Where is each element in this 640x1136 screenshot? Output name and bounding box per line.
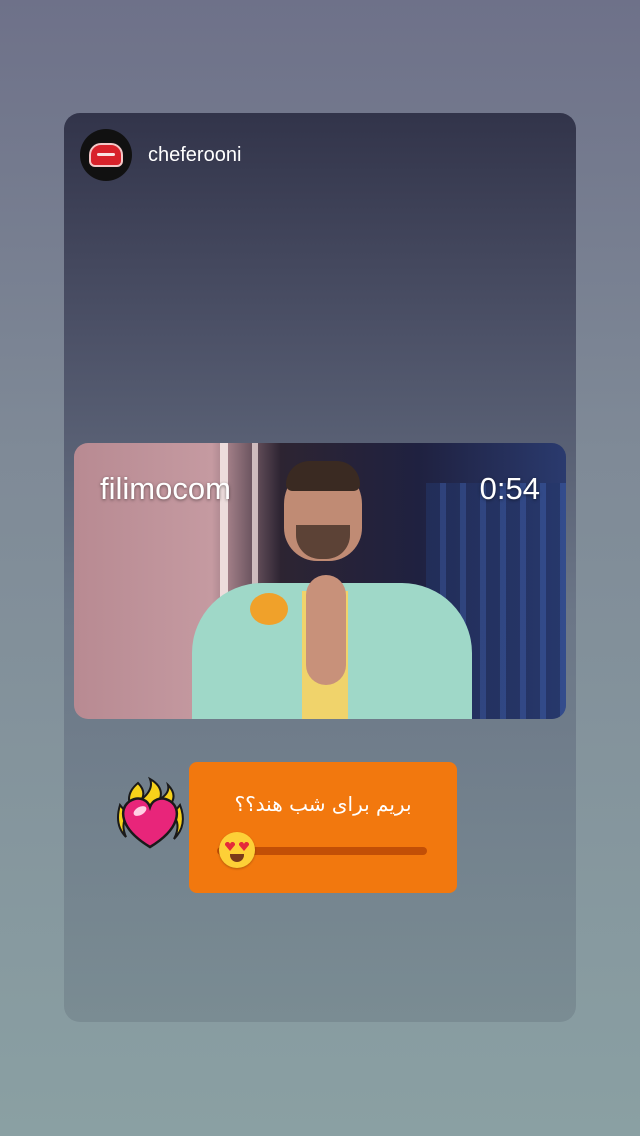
heart-eye-icon — [239, 842, 249, 851]
heart-eyes-emoji-icon[interactable] — [219, 832, 255, 868]
story-card: cheferooni filimocom 0:54 بریم برای شب ه… — [64, 113, 576, 1022]
emoji-slider-poll: بریم برای شب هند؟؟ — [189, 762, 457, 893]
flaming-heart-icon — [117, 776, 184, 849]
story-header: cheferooni — [80, 129, 241, 181]
chef-hat-icon — [89, 143, 123, 167]
emoji-mouth — [230, 854, 244, 862]
video-watermark: filimocom — [100, 471, 231, 506]
person-hands — [306, 575, 346, 685]
video-timestamp: 0:54 — [479, 471, 540, 506]
username[interactable]: cheferooni — [148, 144, 241, 167]
poll-question: بریم برای شب هند؟؟ — [234, 792, 412, 816]
avatar[interactable] — [80, 129, 132, 181]
heart-eye-icon — [225, 842, 235, 851]
person-hair — [286, 461, 360, 491]
video-player[interactable]: filimocom 0:54 — [74, 443, 566, 719]
lapel-flower — [250, 593, 288, 625]
story-screen: { "header": { "username": "cheferooni", … — [0, 0, 640, 1136]
